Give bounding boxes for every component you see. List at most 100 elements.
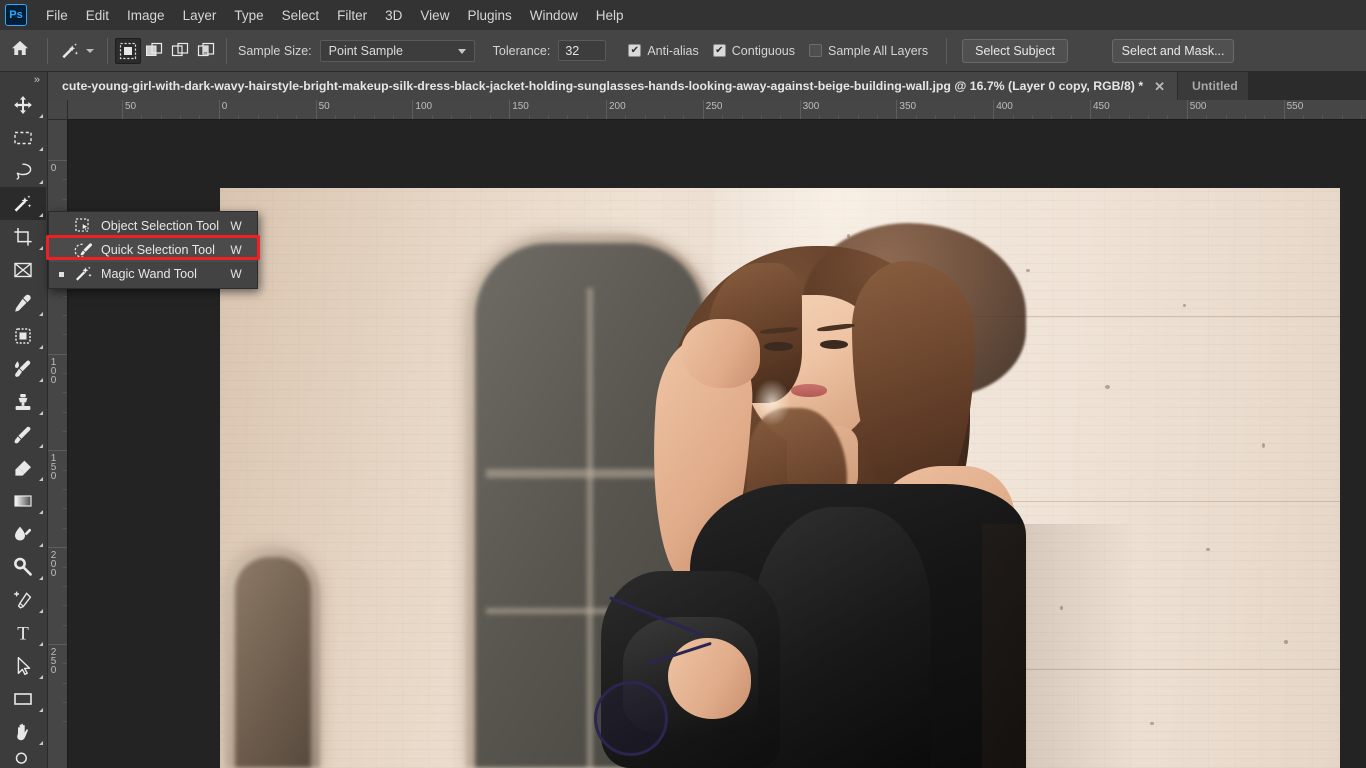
flyout-triangle-icon xyxy=(39,246,43,250)
flyout-item-quick-selection-tool[interactable]: Quick Selection Tool W xyxy=(49,238,257,262)
sample-all-layers-checkbox[interactable]: ✔ Sample All Layers xyxy=(809,44,928,58)
ruler-label: 200 xyxy=(48,550,59,578)
menu-filter[interactable]: Filter xyxy=(328,4,376,27)
menu-layer[interactable]: Layer xyxy=(174,4,226,27)
tool-magic-wand[interactable] xyxy=(0,187,46,220)
tool-rectangular-marquee[interactable] xyxy=(0,121,46,154)
ruler-tick xyxy=(48,644,67,645)
tool-history-brush[interactable] xyxy=(0,418,46,451)
flyout-item-label: Magic Wand Tool xyxy=(101,267,197,281)
tool-blur[interactable] xyxy=(0,517,46,550)
menu-select[interactable]: Select xyxy=(273,4,329,27)
chevron-down-icon xyxy=(457,48,466,54)
ruler-label: 100 xyxy=(415,101,433,112)
tolerance-label: Tolerance: xyxy=(492,43,551,58)
quick-selection-icon xyxy=(73,240,95,260)
divider xyxy=(47,37,48,64)
ruler-label: 100 xyxy=(48,356,59,384)
sample-size-label: Sample Size: xyxy=(238,43,312,58)
ruler-corner xyxy=(48,100,68,120)
contiguous-checkbox[interactable]: ✔ Contiguous xyxy=(712,44,795,58)
tolerance-input[interactable]: 32 xyxy=(558,40,607,61)
lips xyxy=(791,384,828,397)
tool-zoom[interactable] xyxy=(0,748,46,768)
menu-image[interactable]: Image xyxy=(118,4,174,27)
tool-crop[interactable] xyxy=(0,220,46,253)
menu-view[interactable]: View xyxy=(411,4,458,27)
document-tab-title: cute-young-girl-with-dark-wavy-hairstyle… xyxy=(62,79,1144,93)
flyout-triangle-icon xyxy=(39,675,43,679)
flyout-item-label: Object Selection Tool xyxy=(101,219,220,233)
tolerance-value: 32 xyxy=(565,43,580,58)
tool-frame[interactable] xyxy=(0,253,46,286)
close-icon[interactable]: ✕ xyxy=(1152,80,1167,93)
menu-window[interactable]: Window xyxy=(521,4,587,27)
ruler-label: 350 xyxy=(899,101,917,112)
flyout-triangle-icon xyxy=(39,576,43,580)
ruler-label: 300 xyxy=(802,101,820,112)
tool-move[interactable] xyxy=(0,88,46,121)
ruler-label: 50 xyxy=(125,101,137,112)
flyout-triangle-icon xyxy=(39,411,43,415)
document-image[interactable] xyxy=(220,188,1340,768)
canvas-area[interactable] xyxy=(68,120,1366,768)
subtract-from-selection-button[interactable] xyxy=(167,38,193,64)
expand-toolbar-button[interactable]: » xyxy=(0,72,47,88)
tool-flyout-menu[interactable]: Object Selection Tool W Quick Selection To… xyxy=(48,211,258,289)
tool-eyedropper[interactable] xyxy=(0,286,46,319)
menu-help[interactable]: Help xyxy=(587,4,633,27)
document-tab-active[interactable]: cute-young-girl-with-dark-wavy-hairstyle… xyxy=(48,72,1179,100)
tool-pen[interactable] xyxy=(0,583,46,616)
flyout-triangle-icon xyxy=(39,609,43,613)
add-to-selection-button[interactable] xyxy=(141,38,167,64)
flyout-triangle-icon xyxy=(39,114,43,118)
tool-clone-stamp[interactable] xyxy=(0,385,46,418)
document-tab-untitled[interactable]: Untitled xyxy=(1178,72,1249,100)
menu-type[interactable]: Type xyxy=(225,4,272,27)
magic-wand-icon xyxy=(57,38,83,64)
select-and-mask-button[interactable]: Select and Mask... xyxy=(1112,38,1235,63)
new-selection-button[interactable] xyxy=(115,37,141,64)
tool-eraser[interactable] xyxy=(0,451,46,484)
tool-brush[interactable] xyxy=(0,352,46,385)
anti-alias-checkbox[interactable]: ✔ Anti-alias xyxy=(628,44,699,58)
divider xyxy=(226,37,227,64)
flyout-item-object-selection-tool[interactable]: Object Selection Tool W xyxy=(49,214,257,238)
tools-panel: » T xyxy=(0,72,48,768)
ruler-label: 250 xyxy=(705,101,723,112)
divider xyxy=(946,37,948,64)
ruler-tick xyxy=(48,547,67,549)
ruler-label: 150 xyxy=(48,453,59,481)
menu-file[interactable]: File xyxy=(37,4,77,27)
flyout-item-shortcut: W xyxy=(230,243,242,257)
menu-plugins[interactable]: Plugins xyxy=(458,4,520,27)
tool-spot-healing-brush[interactable] xyxy=(0,319,46,352)
horizontal-ruler[interactable]: 50 0 50 100 150 200 250 300 350 400 450 500 550 xyxy=(68,100,1366,120)
menu-edit[interactable]: Edit xyxy=(77,4,118,27)
flyout-item-shortcut: W xyxy=(230,219,242,233)
chevron-down-icon xyxy=(86,48,94,53)
sunglasses-lens-left xyxy=(594,681,668,757)
tool-gradient[interactable] xyxy=(0,484,46,517)
ruler-tick xyxy=(48,160,67,161)
tool-dodge[interactable] xyxy=(0,550,46,583)
menu-3d[interactable]: 3D xyxy=(376,4,411,27)
home-button[interactable] xyxy=(0,30,40,72)
ruler-label: 200 xyxy=(609,101,626,112)
tool-preset-picker[interactable] xyxy=(55,38,100,64)
tool-path-selection[interactable] xyxy=(0,649,46,682)
tool-hand[interactable] xyxy=(0,715,46,748)
sample-size-select[interactable]: Point Sample xyxy=(319,39,475,62)
ruler-tick xyxy=(48,450,67,452)
flyout-triangle-icon xyxy=(39,477,43,481)
ruler-label: 250 xyxy=(48,647,59,674)
tool-rectangle[interactable] xyxy=(0,682,46,715)
tool-type[interactable]: T xyxy=(0,616,46,649)
select-subject-button[interactable]: Select Subject xyxy=(962,38,1069,63)
flyout-triangle-icon xyxy=(39,213,43,217)
ruler-label: 150 xyxy=(512,101,529,112)
sample-all-layers-label: Sample All Layers xyxy=(828,43,929,58)
intersect-with-selection-button[interactable] xyxy=(193,38,219,64)
flyout-item-magic-wand-tool[interactable]: Magic Wand Tool W xyxy=(49,262,257,286)
tool-lasso[interactable] xyxy=(0,154,46,187)
